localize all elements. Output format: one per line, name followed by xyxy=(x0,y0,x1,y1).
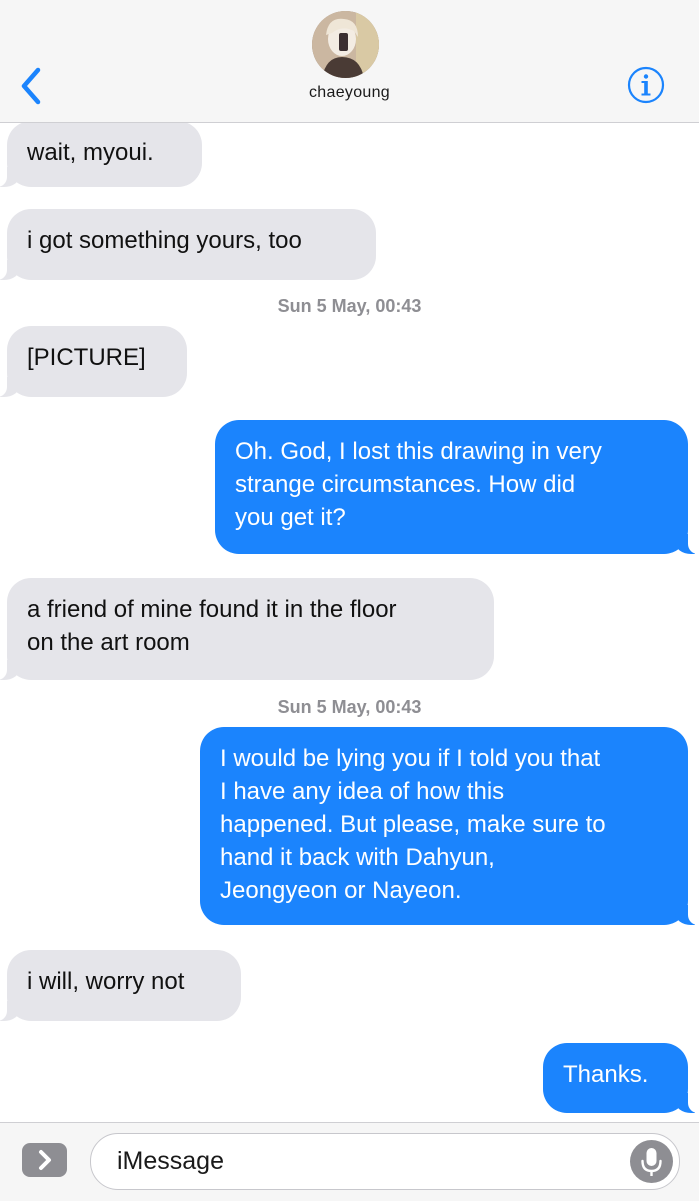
message-line: Jeongyeon or Nayeon. xyxy=(220,877,462,904)
info-icon xyxy=(627,66,665,104)
microphone-button[interactable] xyxy=(630,1140,673,1183)
message-thread[interactable]: wait, myoui. i got something yours, too … xyxy=(0,0,699,1200)
message-line: hand it back with Dahyun, xyxy=(220,844,495,871)
message-line: I would be lying you if I told you that xyxy=(220,745,601,772)
message-line: happened. But please, make sure to xyxy=(220,811,606,838)
message-input-placeholder: iMessage xyxy=(117,1147,224,1175)
message-bubble-incoming[interactable]: i will, worry not xyxy=(0,950,241,1021)
message-bubble-outgoing[interactable]: Thanks. xyxy=(543,1043,699,1113)
message-bubble-outgoing[interactable]: Oh. God, I lost this drawing in very str… xyxy=(215,420,699,554)
message-text: wait, myoui. xyxy=(27,139,154,166)
message-text: [PICTURE] xyxy=(27,344,146,371)
timestamp: Sun 5 May, 00:43 xyxy=(277,296,422,316)
info-button[interactable] xyxy=(627,66,665,104)
message-text: Thanks. xyxy=(563,1061,649,1088)
message-text: i got something yours, too xyxy=(27,227,302,254)
message-line: on the art room xyxy=(27,629,190,656)
message-line: strange circumstances. How did xyxy=(235,471,576,498)
message-bubble-incoming[interactable]: [PICTURE] xyxy=(0,326,187,397)
timestamp: Sun 5 May, 00:43 xyxy=(277,697,422,717)
message-input[interactable]: iMessage xyxy=(90,1133,680,1190)
message-bubble-incoming[interactable]: i got something yours, too xyxy=(0,209,376,280)
avatar-photo xyxy=(312,11,379,78)
message-line: I have any idea of how this xyxy=(220,778,505,805)
message-line: you get it? xyxy=(235,504,346,531)
contact-name[interactable]: chaeyoung xyxy=(0,84,699,102)
message-line: a friend of mine found it in the floor xyxy=(27,596,397,623)
chevron-right-icon xyxy=(39,1150,51,1170)
message-line: Oh. God, I lost this drawing in very xyxy=(235,438,602,465)
message-bubble-incoming[interactable]: a friend of mine found it in the floor o… xyxy=(0,578,494,680)
apps-button[interactable] xyxy=(22,1143,67,1177)
message-text: i will, worry not xyxy=(27,968,185,995)
contact-avatar[interactable] xyxy=(312,11,379,78)
microphone-icon xyxy=(641,1148,662,1176)
message-composer: iMessage xyxy=(0,1122,699,1201)
message-bubble-incoming[interactable]: wait, myoui. xyxy=(0,121,202,187)
conversation-header: chaeyoung xyxy=(0,0,699,123)
message-bubble-outgoing[interactable]: I would be lying you if I told you that … xyxy=(200,727,699,925)
